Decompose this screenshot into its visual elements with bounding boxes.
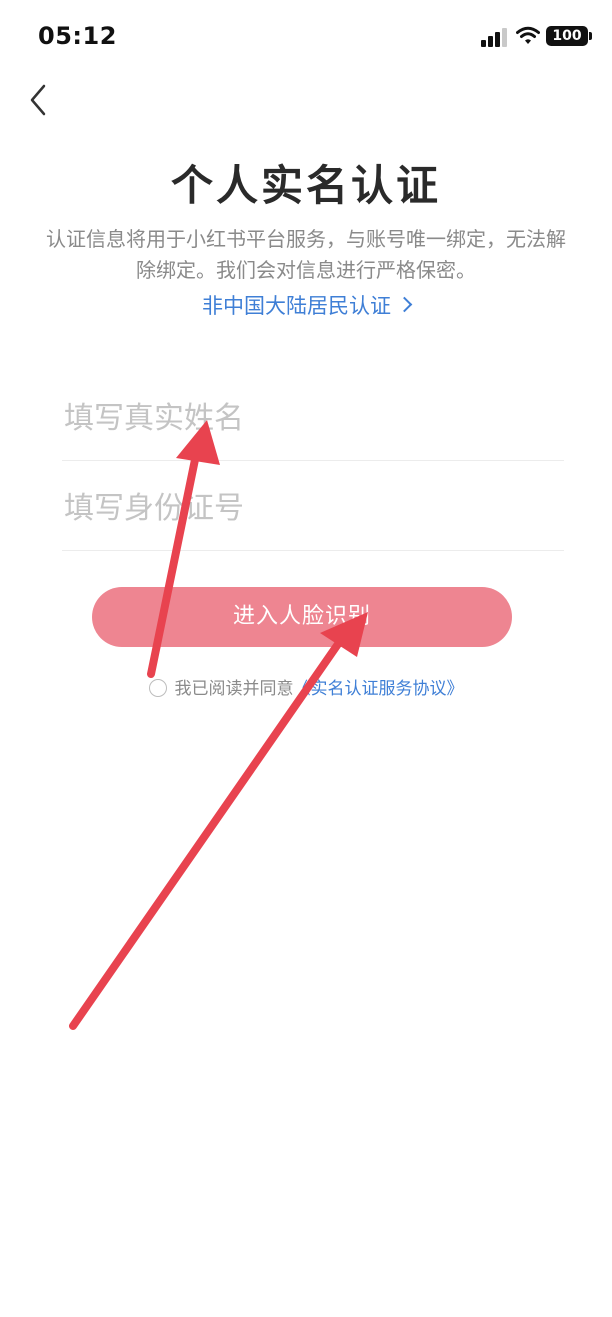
real-name-input[interactable] (64, 396, 544, 440)
agreement-prefix: 我已阅读并同意 (174, 679, 294, 699)
chevron-right-icon (396, 296, 413, 313)
nonmainland-verification-link[interactable]: 非中国大陆居民认证 (0, 290, 612, 320)
status-bar: 05:12 100 (0, 0, 612, 74)
face-recognition-button[interactable]: 进入人脸识别 (92, 587, 512, 647)
agreement-checkbox[interactable] (148, 679, 167, 697)
battery-icon: 100 (546, 26, 592, 46)
chevron-left-icon (30, 84, 46, 116)
agreement-row: 我已阅读并同意《实名认证服务协议》 (0, 674, 612, 699)
nonmainland-link-label: 非中国大陆居民认证 (202, 294, 391, 318)
service-agreement-link[interactable]: 《实名认证服务协议》 (294, 679, 464, 699)
page-title: 个人实名认证 (170, 161, 441, 210)
cellular-signal-icon (481, 28, 507, 47)
page-description: 认证信息将用于小红书平台服务，与账号唯一绑定，无法解除绑定。我们会对信息进行严格… (46, 227, 566, 282)
battery-level: 100 (552, 28, 582, 44)
back-button[interactable] (24, 80, 56, 120)
id-number-input[interactable] (64, 486, 544, 530)
id-number-field (62, 464, 564, 551)
wifi-icon (516, 26, 540, 44)
status-time: 05:12 (38, 22, 117, 50)
real-name-field (62, 374, 564, 461)
